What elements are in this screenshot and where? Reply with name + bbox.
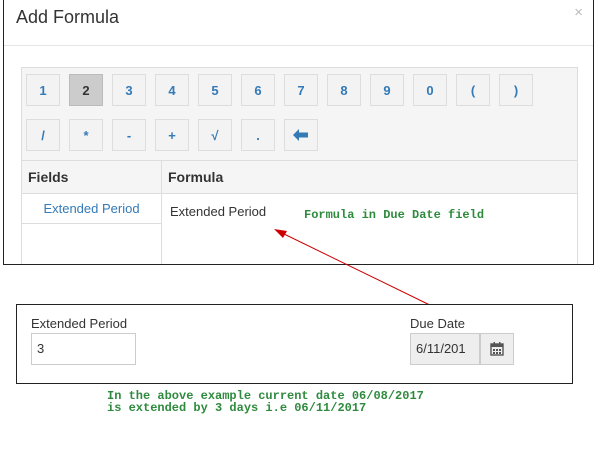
calendar-button[interactable] [480,333,514,365]
form-panel: Extended Period 3 Due Date 6/11/201 [16,304,573,384]
annotation-example-note: In the above example current date 06/08/… [107,389,424,415]
extended-period-input[interactable]: 3 [31,333,136,365]
calendar-icon [490,342,504,356]
due-date-input[interactable]: 6/11/201 [410,333,480,365]
due-date-label: Due Date [410,316,465,331]
extended-period-label: Extended Period [31,316,128,331]
